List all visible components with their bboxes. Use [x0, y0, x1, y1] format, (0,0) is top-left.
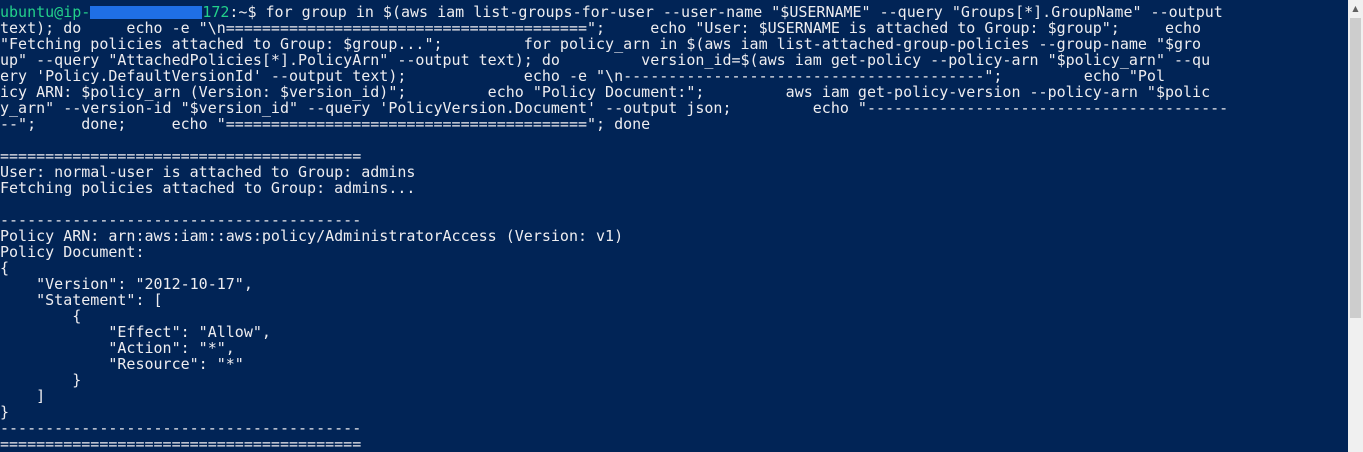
terminal-window: ubuntu@ip- 172:~$ for group in $(aws iam …: [0, 0, 1363, 452]
command-line: text); do echo -e "\n===================…: [0, 19, 1202, 37]
output-line: User: normal-user is attached to Group: …: [0, 163, 416, 181]
output-line: Policy Document:: [0, 243, 145, 261]
command-line: ery 'Policy.DefaultVersionId' --output t…: [0, 67, 1165, 85]
output-line: ========================================: [0, 147, 362, 165]
output-line: }: [0, 371, 82, 389]
output-line: {: [0, 307, 82, 325]
output-line: ========================================: [0, 435, 362, 452]
triangle-up-icon[interactable]: ▲: [1348, 0, 1363, 17]
scrollbar-thumb[interactable]: [1350, 18, 1361, 318]
command-line: up" --query "AttachedPolicies[*].PolicyA…: [0, 51, 1211, 69]
output-line: "Version": "2012-10-17",: [0, 275, 253, 293]
output-line: "Action": "*",: [0, 339, 235, 357]
vertical-scrollbar[interactable]: ▲: [1348, 0, 1363, 452]
terminal-output-area[interactable]: ubuntu@ip- 172:~$ for group in $(aws iam …: [0, 0, 1348, 452]
command-line: --"; done; echo "=======================…: [0, 115, 651, 133]
output-line: ----------------------------------------: [0, 211, 362, 229]
output-line: ]: [0, 387, 46, 405]
output-line: "Effect": "Allow",: [0, 323, 271, 341]
output-line: {: [0, 259, 10, 277]
output-line: Fetching policies attached to Group: adm…: [0, 179, 416, 197]
command-line: "Fetching policies attached to Group: $g…: [0, 35, 1202, 53]
prompt-line: ubuntu@ip- 172:~$ for group in $(aws iam …: [0, 4, 1348, 20]
output-line: "Statement": [: [0, 291, 163, 309]
output-line: ----------------------------------------: [0, 419, 362, 437]
command-line: y_arn" --version-id "$version_id" --quer…: [0, 99, 1229, 117]
command-line: icy ARN: $policy_arn (Version: $version_…: [0, 83, 1211, 101]
output-line: }: [0, 403, 10, 421]
redacted-hostname: [90, 6, 203, 19]
output-line: Policy ARN: arn:aws:iam::aws:policy/Admi…: [0, 227, 624, 245]
terminal-lines: ubuntu@ip- 172:~$ for group in $(aws iam …: [0, 4, 1348, 452]
output-line: "Resource": "*": [0, 355, 244, 373]
